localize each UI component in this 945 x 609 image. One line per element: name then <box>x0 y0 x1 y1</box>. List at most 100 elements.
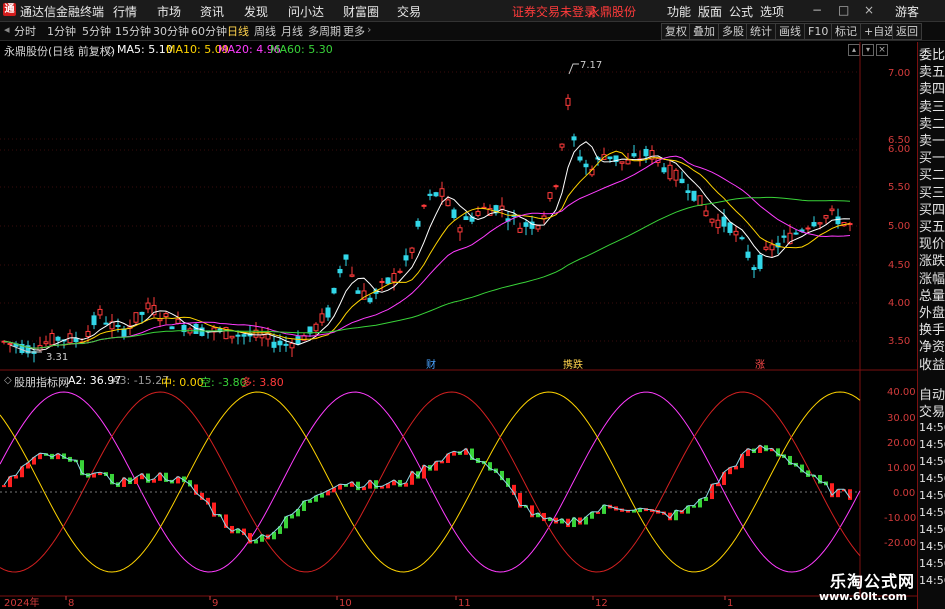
price-tick: 4.50 <box>888 260 910 271</box>
high-marker-pointer <box>568 63 579 75</box>
trade-time: 14:56 <box>919 540 945 553</box>
candle-body <box>73 338 79 343</box>
candle-body <box>169 326 175 330</box>
trade-label[interactable]: 交易 <box>919 401 945 420</box>
candle-body <box>709 218 715 223</box>
candles-group <box>1 94 853 363</box>
candle-body <box>175 318 181 324</box>
quote-label[interactable]: 现价 <box>919 233 945 252</box>
price-tick: 4.00 <box>888 298 910 309</box>
candle-body <box>295 336 301 345</box>
candle-body <box>85 330 91 337</box>
candle-body <box>475 211 481 216</box>
candle-body <box>217 328 223 331</box>
quote-label[interactable]: 涨跌 <box>919 250 945 269</box>
indicator-bars-group <box>2 445 852 544</box>
candle-body <box>739 237 745 240</box>
quote-label[interactable]: 卖四 <box>919 78 945 97</box>
candle-body <box>433 192 439 197</box>
candle-body <box>103 322 109 325</box>
indicator-bar <box>2 485 6 488</box>
trade-time: 14:56 <box>919 455 945 468</box>
ma20-line <box>3 155 851 349</box>
indicator-bar <box>848 489 852 500</box>
quote-label[interactable]: 收益 <box>919 354 945 373</box>
candle-body <box>619 161 625 164</box>
x-label: 11 <box>458 598 471 609</box>
candle-body <box>337 268 343 274</box>
event-marker: 携跌 <box>563 358 583 371</box>
candle-body <box>793 232 799 235</box>
indicator-tick: 30.00 <box>887 413 916 424</box>
event-marker: 涨 <box>755 359 765 371</box>
chart-canvas[interactable]: 7.17 3.31 财 携跌 涨 7.00 6.50 6.00 5.50 5.0… <box>0 0 945 609</box>
quote-label[interactable]: 卖五 <box>919 61 945 80</box>
candle-body <box>733 230 739 236</box>
candle-body <box>769 244 775 251</box>
candle-body <box>349 274 355 277</box>
candle-body <box>577 156 583 161</box>
candle-body <box>289 342 295 349</box>
candle-body <box>703 210 709 217</box>
candle-body <box>811 222 817 227</box>
ma5-line <box>3 141 851 351</box>
indicator-tick: 0.00 <box>893 488 915 499</box>
quote-label[interactable]: 委比 <box>919 44 945 63</box>
candle-body <box>319 313 325 323</box>
indicator-tick: 10.00 <box>887 463 916 474</box>
quote-label[interactable]: 买五 <box>919 216 945 235</box>
candle-body <box>259 334 265 339</box>
quote-label[interactable]: 买四 <box>919 199 945 218</box>
candle-body <box>661 167 667 173</box>
candle-body <box>355 290 361 294</box>
quote-label[interactable]: 外盘 <box>919 302 945 321</box>
quote-label[interactable]: 总量 <box>919 285 945 304</box>
candle-body <box>823 215 829 219</box>
indicator-tick: 20.00 <box>887 438 916 449</box>
candle-body <box>121 328 127 337</box>
candle-body <box>325 307 331 318</box>
quote-label[interactable]: 买二 <box>919 164 945 183</box>
quote-label[interactable]: 买一 <box>919 147 945 166</box>
candle-body <box>49 333 55 346</box>
quote-label[interactable]: 卖三 <box>919 96 945 115</box>
candle-body <box>379 280 385 283</box>
candle-body <box>55 336 61 341</box>
candle-body <box>553 185 559 188</box>
candle-body <box>805 227 811 230</box>
quote-label[interactable]: 换手 <box>919 319 945 338</box>
candle-body <box>241 334 247 337</box>
indicator-bar <box>146 473 150 483</box>
quote-label[interactable]: 卖一 <box>919 130 945 149</box>
candle-body <box>571 136 577 141</box>
trade-time: 14:56 <box>919 574 945 587</box>
ma-lines-group <box>3 141 851 351</box>
candle-body <box>547 192 553 199</box>
trade-time: 14:56 <box>919 438 945 451</box>
candle-body <box>667 164 673 180</box>
quote-label[interactable]: 涨幅 <box>919 268 945 287</box>
candle-body <box>685 190 691 193</box>
candle-body <box>463 216 469 221</box>
candle-body <box>331 287 337 294</box>
quote-label[interactable]: 净资 <box>919 336 945 355</box>
indicator-tick: -10.00 <box>884 513 916 524</box>
candle-body <box>97 308 103 316</box>
candle-body <box>283 343 289 346</box>
candle-body <box>421 204 427 207</box>
trade-time: 14:56 <box>919 523 945 536</box>
price-tick: 6.00 <box>888 144 910 155</box>
candle-body <box>457 227 463 233</box>
quote-label[interactable]: 买三 <box>919 182 945 201</box>
trade-time: 14:56 <box>919 489 945 502</box>
indicator-axis-ticks: 40.00 30.00 20.00 10.00 0.00 -10.00 -20.… <box>884 387 916 549</box>
candle-body <box>385 277 391 284</box>
candle-body <box>607 156 613 160</box>
candle-body <box>115 324 121 327</box>
quote-label[interactable]: 卖二 <box>919 113 945 132</box>
candle-body <box>229 335 235 339</box>
x-label: 1 <box>727 598 733 609</box>
candle-body <box>781 235 787 238</box>
candle-body <box>91 315 97 326</box>
candle-body <box>625 159 631 165</box>
